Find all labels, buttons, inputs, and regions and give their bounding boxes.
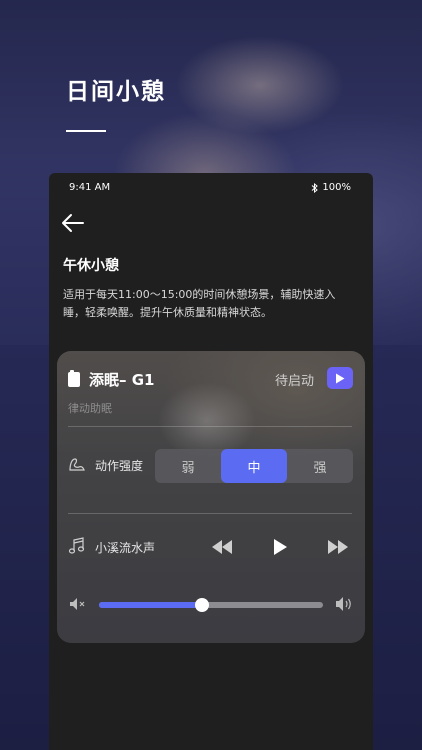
play-icon: [274, 539, 287, 555]
divider: [68, 513, 352, 514]
music-track-name: 小溪流水声: [95, 541, 156, 555]
screen-title: 午休小憩: [63, 258, 119, 274]
divider: [68, 426, 352, 427]
play-button[interactable]: [267, 534, 293, 560]
intensity-label: 动作强度: [95, 459, 144, 473]
page-heading: 日间小憩: [66, 79, 166, 105]
intensity-selector: 弱 中 强: [155, 449, 353, 483]
forward-button[interactable]: [325, 534, 351, 560]
device-card: 添眠– G1 待启动 律动助眠 动作强度 弱 中 强 小溪流水声: [57, 351, 365, 643]
back-arrow-icon: [62, 214, 84, 232]
intensity-option-weak[interactable]: 弱: [155, 449, 221, 483]
rewind-icon: [212, 540, 232, 554]
device-name: 添眠– G1: [89, 371, 155, 389]
volume-high-icon: [336, 597, 351, 611]
device-subtitle: 律动助眠: [68, 402, 112, 415]
rewind-button[interactable]: [209, 534, 235, 560]
status-right: 100%: [311, 182, 351, 193]
bluetooth-icon: [312, 182, 319, 193]
phone-screen: 9:41 AM 100% 午休小憩 适用于每天11:00～15:00的时间休憩场…: [49, 173, 373, 750]
play-icon: [336, 373, 345, 383]
music-note-icon: [68, 537, 85, 554]
back-button[interactable]: [61, 213, 87, 237]
volume-slider-fill: [99, 602, 203, 608]
battery-text: 100%: [322, 182, 351, 193]
volume-low-icon: [70, 598, 85, 610]
intensity-option-medium[interactable]: 中: [221, 449, 287, 483]
device-icon: [68, 370, 80, 387]
status-bar: 9:41 AM 100%: [49, 173, 373, 201]
intensity-icon: [69, 458, 85, 471]
start-button[interactable]: [327, 367, 353, 389]
forward-icon: [328, 540, 348, 554]
screen-description: 适用于每天11:00～15:00的时间休憩场景，辅助快速入睡，轻柔唤醒。提升午休…: [63, 288, 336, 319]
intensity-option-strong[interactable]: 强: [287, 449, 353, 483]
volume-slider[interactable]: [99, 598, 323, 612]
volume-slider-knob[interactable]: [195, 598, 210, 612]
heading-underline: [66, 130, 106, 132]
device-status: 待启动: [275, 374, 315, 389]
status-time: 9:41 AM: [69, 182, 111, 193]
